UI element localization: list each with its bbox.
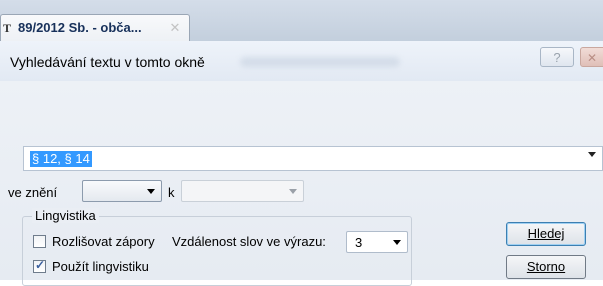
distinguish-negation-checkbox[interactable]: [33, 235, 46, 248]
checkmark-icon: ✓: [35, 258, 46, 272]
version-to-label: k: [168, 185, 175, 200]
cancel-button[interactable]: Storno: [506, 255, 586, 279]
search-input-value: § 12, § 14: [30, 151, 92, 167]
version-label: ve znění: [8, 185, 58, 200]
use-linguistics-label: Použít lingvistiku: [52, 259, 149, 274]
document-icon: T: [3, 21, 12, 35]
distinguish-negation-label: Rozlišovat zápory: [52, 234, 155, 249]
search-button[interactable]: Hledej: [506, 222, 586, 246]
title-blur: [240, 57, 400, 67]
close-icon: ✕: [587, 51, 598, 65]
dialog-titlebar: Vyhledávání textu v tomto okně: [0, 41, 603, 81]
chevron-down-icon: [147, 189, 155, 194]
close-dialog-button[interactable]: ✕: [580, 47, 603, 67]
search-input[interactable]: § 12, § 14: [23, 146, 603, 171]
document-tab[interactable]: T 89/2012 Sb. - obča... ✕: [0, 14, 190, 41]
word-distance-label: Vzdálenost slov ve výrazu:: [172, 234, 326, 249]
document-tab-strip: T 89/2012 Sb. - obča... ✕: [0, 0, 603, 41]
help-icon: ?: [553, 50, 561, 65]
document-tab-title: 89/2012 Sb. - obča...: [18, 20, 142, 35]
close-tab-icon[interactable]: ✕: [168, 21, 182, 35]
chevron-down-icon: [393, 240, 401, 245]
chevron-down-icon: [289, 189, 297, 194]
word-distance-select[interactable]: 3: [346, 231, 408, 253]
use-linguistics-checkbox[interactable]: ✓: [33, 258, 46, 273]
linguistics-legend: Lingvistika: [32, 208, 99, 223]
word-distance-value: 3: [355, 235, 363, 250]
version-to-select[interactable]: [181, 180, 304, 202]
help-button[interactable]: ?: [540, 47, 574, 67]
version-from-select[interactable]: [82, 180, 162, 202]
search-history-dropdown-icon[interactable]: [588, 152, 596, 157]
dialog-title: Vyhledávání textu v tomto okně: [10, 54, 205, 70]
